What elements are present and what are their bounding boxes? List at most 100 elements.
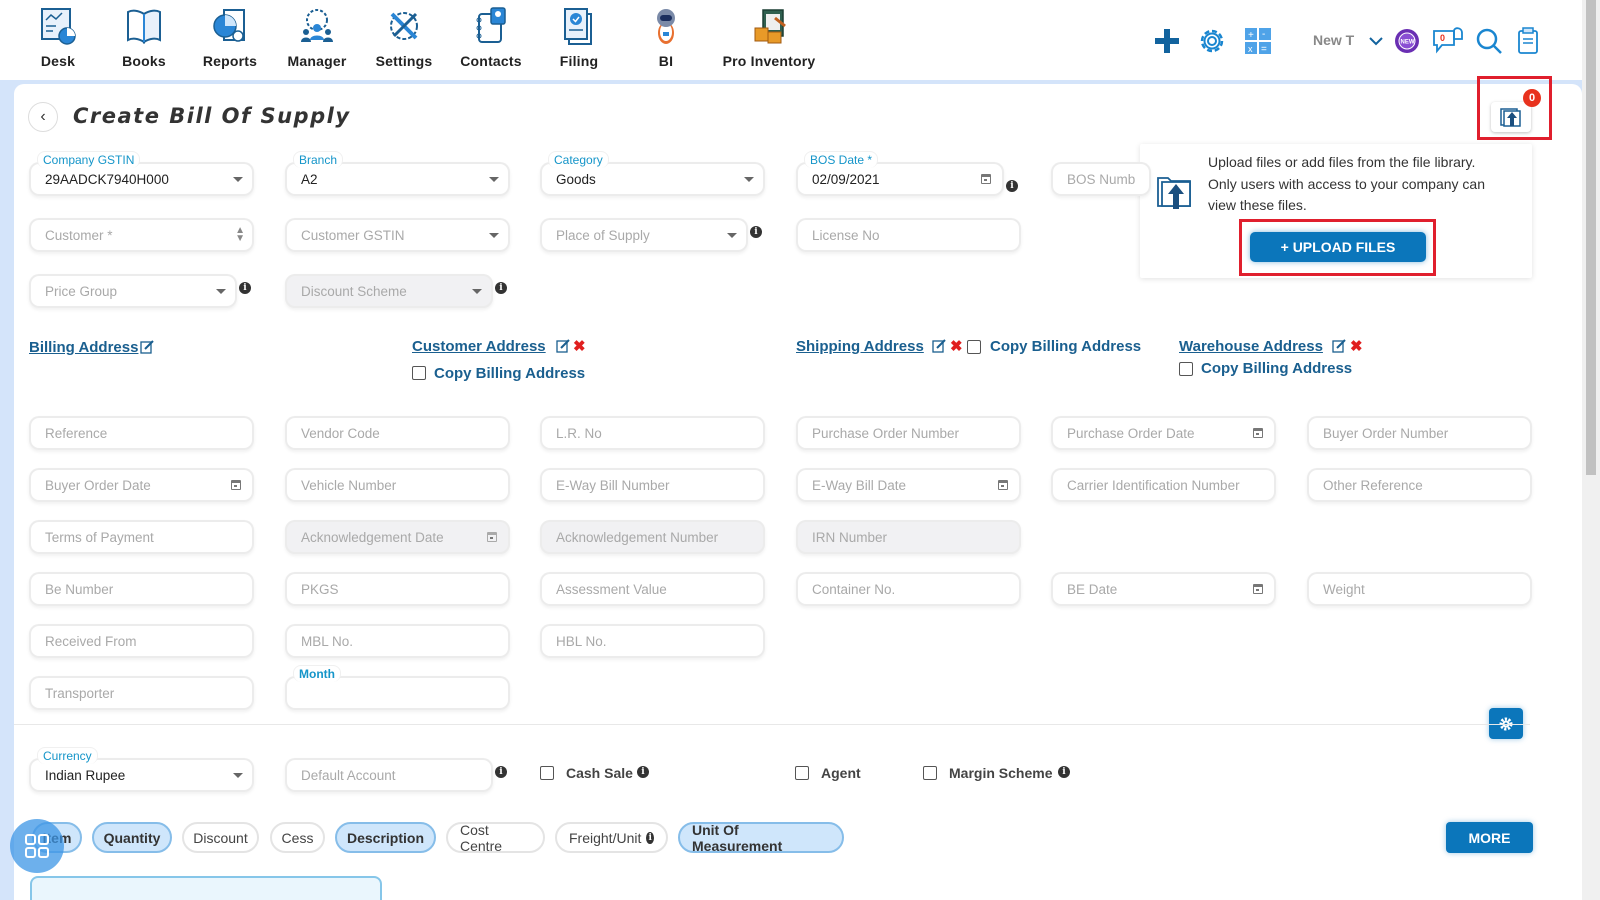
other-reference-input[interactable]: Other Reference [1307,468,1532,502]
column-toggle-cost-centre[interactable]: Cost Centre [446,822,545,854]
company-gstin-select[interactable]: Company GSTIN 29AADCK7940H000 [29,151,254,196]
purchase-order-number-input[interactable]: Purchase Order Number [796,416,1021,450]
whats-new-button[interactable]: NEW [1390,24,1424,58]
scrollbar-thumb[interactable] [1586,0,1596,475]
customer-copy-billing-checkbox[interactable] [412,366,426,380]
shipping-address-link[interactable]: Shipping Address [796,338,924,355]
info-icon[interactable]: i [1058,766,1070,778]
calculator-button[interactable]: + - x = [1241,24,1275,58]
add-button[interactable] [1150,24,1184,58]
price-group-select[interactable]: Price Group [29,274,237,308]
reference-input[interactable]: Reference [29,416,254,450]
nav-bi[interactable]: BI [621,6,711,69]
pkgs-input[interactable]: PKGS [285,572,510,606]
lr-no-input[interactable]: L.R. No [540,416,765,450]
nav-settings[interactable]: Settings [359,6,449,69]
mbl-no-input[interactable]: MBL No. [285,624,510,658]
edit-icon[interactable] [932,339,946,353]
nav-books[interactable]: Books [99,6,189,69]
customer-gstin-select[interactable]: Customer GSTIN [285,218,510,252]
upload-files-button[interactable]: + UPLOAD FILES [1250,232,1426,262]
customer-select[interactable]: Customer * ▲ ▼ [29,218,254,252]
notifications-button[interactable]: 0 [1432,24,1466,58]
apps-menu-button[interactable] [10,819,64,873]
search-button[interactable] [1472,24,1506,58]
calendar-icon[interactable] [1253,584,1263,594]
new-tab-label[interactable]: New T [1313,32,1354,48]
purchase-order-date-input[interactable]: Purchase Order Date [1051,416,1276,450]
billing-address-link[interactable]: Billing Address [29,339,138,356]
eway-bill-date-input[interactable]: E-Way Bill Date [796,468,1021,502]
column-toggle-quantity[interactable]: Quantity [92,822,172,853]
vendor-code-input[interactable]: Vendor Code [285,416,510,450]
warehouse-address-link[interactable]: Warehouse Address [1179,338,1323,355]
weight-input[interactable]: Weight [1307,572,1532,606]
buyer-order-date-input[interactable]: Buyer Order Date [29,468,254,502]
branch-select[interactable]: Branch A2 [285,151,510,196]
column-toggle-freight-unit[interactable]: Freight/Unit i [555,822,668,853]
calendar-icon[interactable] [1253,428,1263,438]
documents-button[interactable] [1511,24,1545,58]
remove-icon[interactable]: ✖ [950,337,963,355]
customer-address-link[interactable]: Customer Address [412,338,546,355]
be-date-input[interactable]: BE Date [1051,572,1276,606]
edit-icon[interactable] [556,339,570,353]
vehicle-number-input[interactable]: Vehicle Number [285,468,510,502]
currency-select[interactable]: Currency Indian Rupee [29,747,254,792]
info-icon[interactable]: i [239,282,251,294]
edit-icon[interactable] [140,340,154,354]
nav-filing[interactable]: Filing [534,6,624,69]
cash-sale-checkbox[interactable] [540,766,554,780]
transporter-input[interactable]: Transporter [29,676,254,710]
nav-pro-inventory[interactable]: Pro Inventory [714,6,824,69]
warehouse-copy-billing-checkbox[interactable] [1179,362,1193,376]
attachments-button[interactable] [1491,102,1531,132]
item-row-input[interactable] [30,876,382,900]
terms-of-payment-input[interactable]: Terms of Payment [29,520,254,554]
info-icon[interactable]: i [495,282,507,294]
license-no-input[interactable]: License No [796,218,1021,252]
discount-scheme-select[interactable]: Discount Scheme [285,274,493,308]
shipping-copy-billing-checkbox[interactable] [967,340,981,354]
info-icon[interactable]: i [637,766,649,778]
month-input[interactable]: Month [285,665,510,710]
edit-icon[interactable] [1332,339,1346,353]
calendar-icon[interactable] [231,480,241,490]
back-button[interactable]: ‹ [28,102,58,132]
column-toggle-cess[interactable]: Cess [270,822,325,853]
column-toggle-description[interactable]: Description [335,822,436,853]
column-toggle-unit-of-measurement[interactable]: Unit Of Measurement [678,822,844,854]
category-select[interactable]: Category Goods [540,151,765,196]
nav-contacts[interactable]: Contacts [446,6,536,69]
more-button[interactable]: MORE [1446,822,1533,853]
acknowledgement-number-input[interactable]: Acknowledgement Number [540,520,765,554]
info-icon[interactable]: i [750,226,762,238]
irn-number-input[interactable]: IRN Number [796,520,1021,554]
remove-icon[interactable]: ✖ [1350,337,1363,355]
nav-reports[interactable]: Reports [185,6,275,69]
nav-desk[interactable]: Desk [13,6,103,69]
margin-scheme-checkbox[interactable] [923,766,937,780]
be-number-input[interactable]: Be Number [29,572,254,606]
place-of-supply-select[interactable]: Place of Supply [540,218,748,252]
container-no-input[interactable]: Container No. [796,572,1021,606]
carrier-id-number-input[interactable]: Carrier Identification Number [1051,468,1276,502]
remove-icon[interactable]: ✖ [573,337,586,355]
default-account-input[interactable]: Default Account [285,758,493,792]
eway-bill-number-input[interactable]: E-Way Bill Number [540,468,765,502]
bos-number-input[interactable]: BOS Number [1051,162,1151,196]
agent-checkbox[interactable] [795,766,809,780]
column-toggle-discount[interactable]: Discount [182,822,259,853]
acknowledgement-date-input[interactable]: Acknowledgement Date [285,520,510,554]
info-icon[interactable]: i [495,766,507,778]
buyer-order-number-input[interactable]: Buyer Order Number [1307,416,1532,450]
calendar-icon[interactable] [998,480,1008,490]
received-from-input[interactable]: Received From [29,624,254,658]
settings-button[interactable] [1195,24,1229,58]
calendar-icon[interactable] [981,174,991,184]
tab-dropdown-button[interactable] [1359,24,1393,58]
bos-date-input[interactable]: BOS Date * 02/09/2021 [796,151,1004,196]
nav-manager[interactable]: Manager [272,6,362,69]
hbl-no-input[interactable]: HBL No. [540,624,765,658]
info-icon[interactable]: i [1006,180,1018,192]
